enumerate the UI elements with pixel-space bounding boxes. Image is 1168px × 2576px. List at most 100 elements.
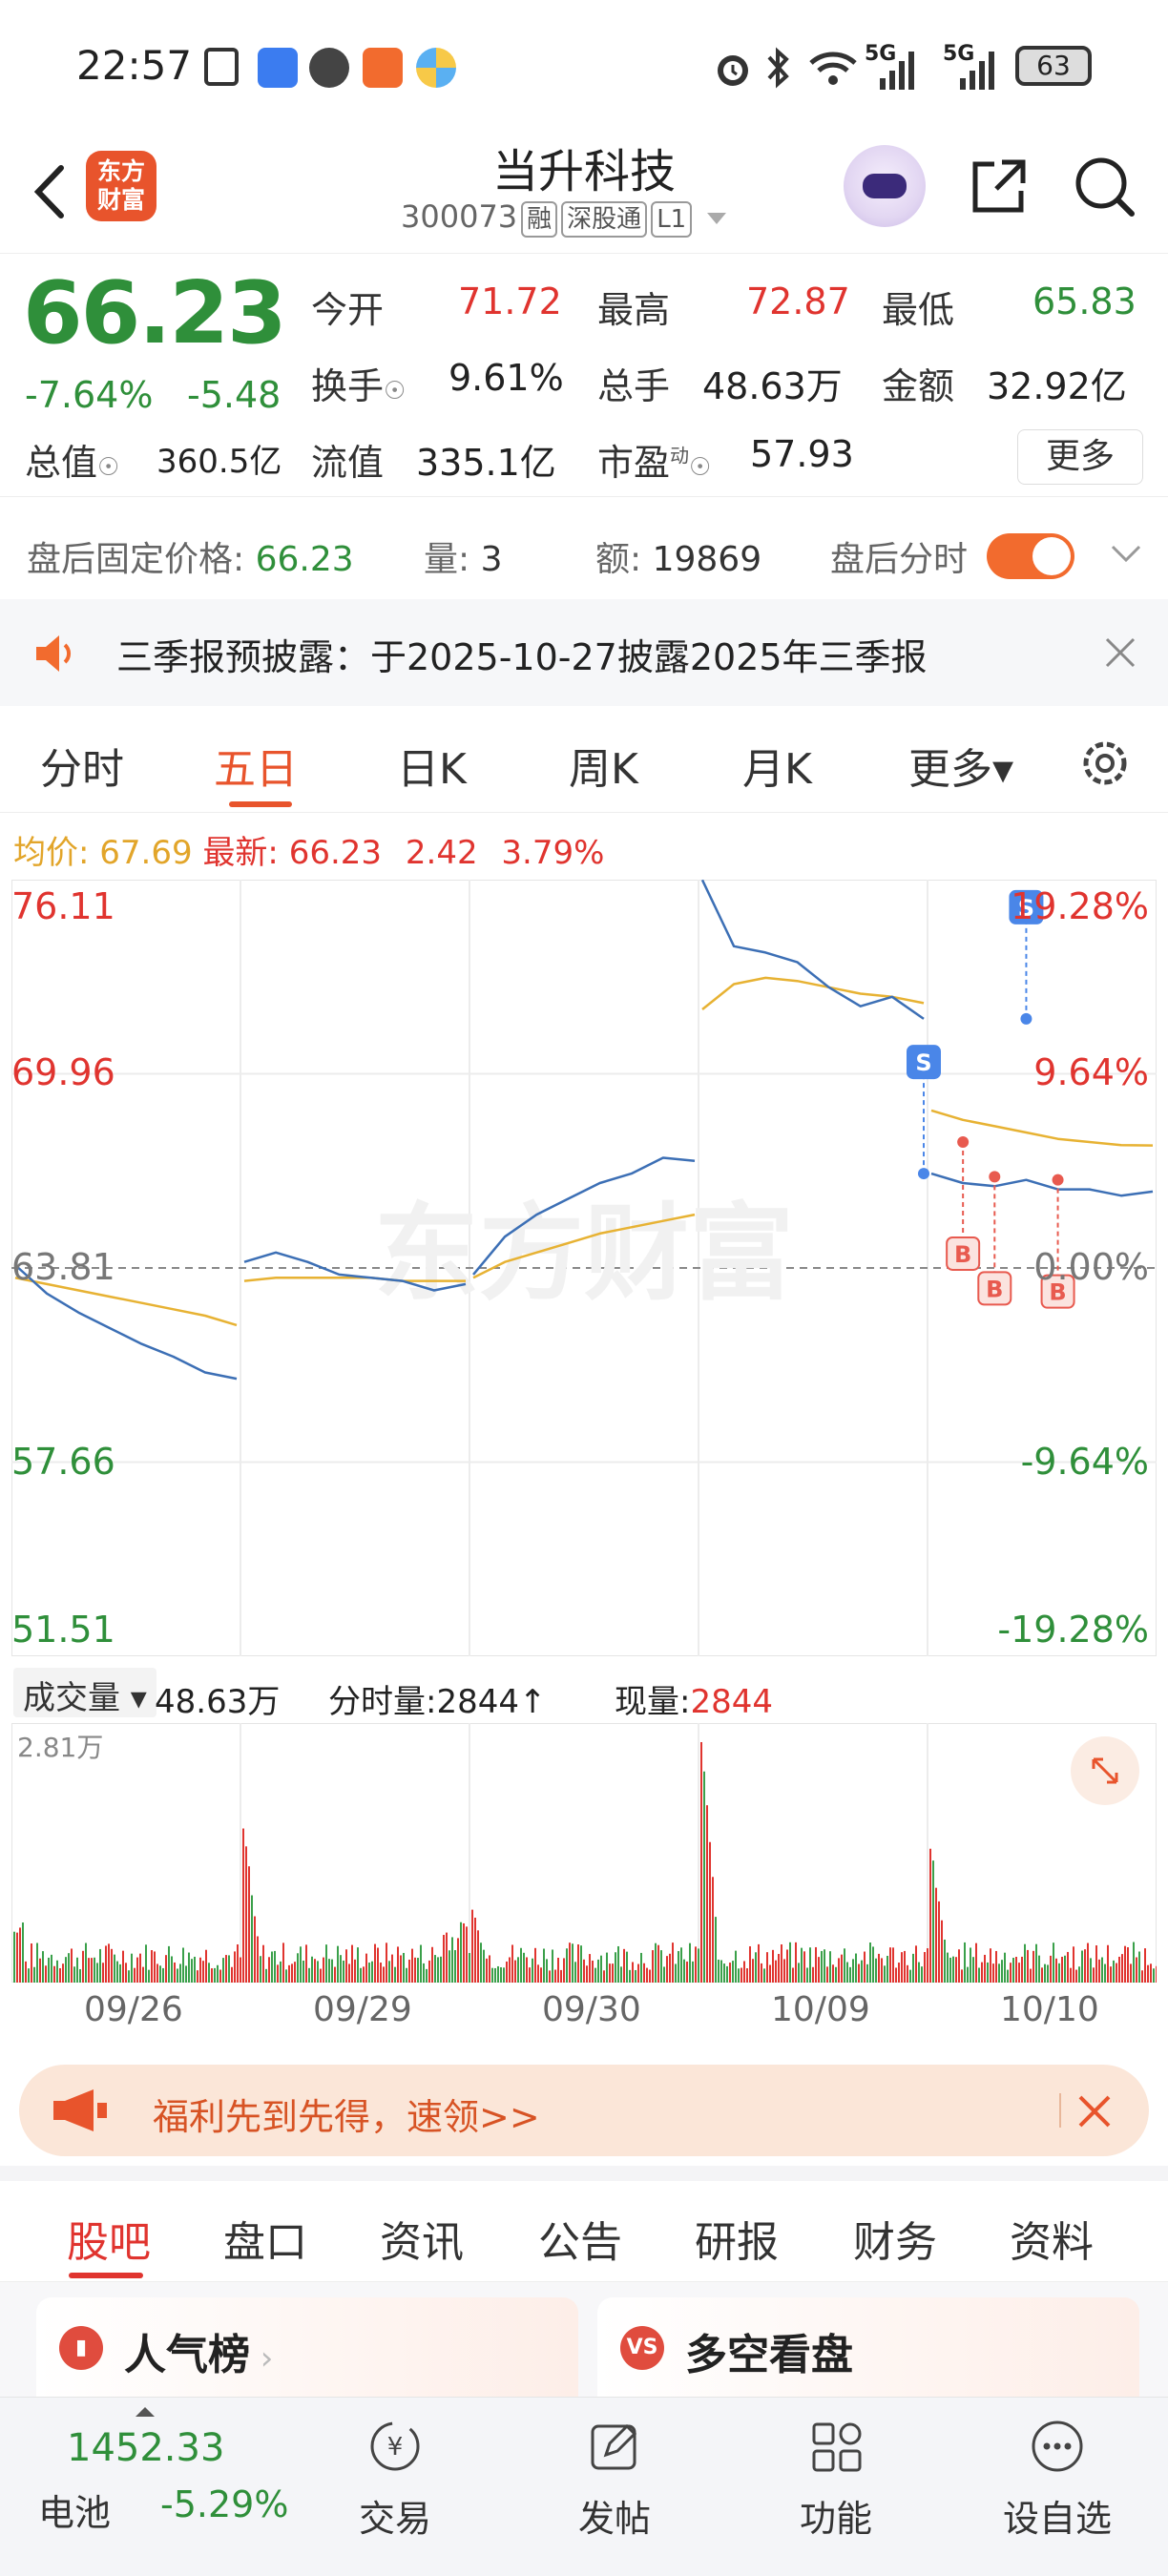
tab-forum[interactable]: 股吧 (67, 2208, 151, 2269)
y-left-tick-3: 63.81 (11, 1246, 115, 1288)
tab-research[interactable]: 研报 (695, 2208, 779, 2269)
volume-bar (45, 1965, 47, 1983)
tab-profile[interactable]: 资料 (1010, 2208, 1094, 2269)
volume-bar (491, 1967, 493, 1983)
tab-finance[interactable]: 财务 (853, 2208, 937, 2269)
tab-news[interactable]: 资讯 (380, 2208, 464, 2269)
nav-add-watchlist[interactable]: 设自选 (981, 2417, 1134, 2542)
volume-bar (1050, 1955, 1052, 1983)
expand-chart-button[interactable] (1071, 1736, 1139, 1805)
volume-bar (892, 1947, 894, 1983)
volume-bar (177, 1968, 178, 1983)
volume-bar (678, 1951, 679, 1983)
volume-bar (1093, 1967, 1095, 1983)
nav-post[interactable]: 发帖 (538, 2417, 691, 2542)
volume-bar (992, 1963, 994, 1983)
volume-bar (740, 1967, 742, 1983)
tab-monthly-k[interactable]: 月K (742, 735, 812, 796)
volume-bar (554, 1969, 556, 1983)
volume-bar (657, 1944, 659, 1983)
volume-bar (96, 1963, 98, 1983)
popularity-card[interactable]: ▮ 人气榜 › (36, 2297, 578, 2397)
tab-intraday[interactable]: 分时 (40, 735, 124, 796)
volume-bar (1064, 1955, 1066, 1983)
open-label: 今开 (311, 289, 385, 331)
volume-bar (451, 1937, 453, 1983)
grid-icon (812, 2422, 862, 2472)
volume-bar (348, 1963, 350, 1983)
volume-bar (984, 1954, 986, 1983)
price-chart[interactable]: 东方财富 SSBBB 76.11 69.96 63.81 57.66 51.51… (10, 879, 1158, 1657)
tab-more[interactable]: 更多▾ (908, 735, 1013, 796)
volume-bar (987, 1962, 989, 1983)
search-icon[interactable] (1071, 153, 1137, 219)
volume-indicator-select[interactable]: 成交量 ▾ (13, 1668, 156, 1717)
volume-bar (165, 1955, 167, 1983)
volume-bar (386, 1942, 387, 1983)
volume-bar (1144, 1948, 1146, 1983)
volume-bar (526, 1957, 528, 1983)
promo-banner[interactable]: 福利先到先得，速领>> (19, 2065, 1149, 2156)
volume-chart[interactable]: 2.81万 (10, 1722, 1158, 1984)
volume-bar (1156, 1965, 1158, 1983)
tab-announcements[interactable]: 公告 (538, 2208, 622, 2269)
volume-bar (282, 1942, 284, 1983)
nav-functions[interactable]: 功能 (760, 2417, 912, 2542)
volume-bar (400, 1955, 402, 1983)
volume-bar (480, 1942, 482, 1983)
tab-five-day[interactable]: 五日 (214, 735, 298, 796)
volume-bar (852, 1959, 854, 1983)
announcement-banner[interactable]: 三季报预披露：于2025-10-27披露2025年三季报 (0, 599, 1168, 706)
volume-bar (1061, 1956, 1063, 1983)
volume-bar (159, 1965, 161, 1983)
bluetooth-icon (767, 47, 789, 89)
volume-bar (337, 1945, 339, 1983)
volume-bar (308, 1967, 310, 1983)
volume-bar (520, 1947, 522, 1983)
volume-bar (497, 1965, 499, 1983)
volume-bar (1147, 1964, 1149, 1983)
current-volume: 现量:2844 (615, 1683, 773, 1721)
volume-bar (1150, 1963, 1152, 1983)
volume-bar (343, 1960, 344, 1983)
nav-trade[interactable]: ¥ 交易 (319, 2417, 471, 2542)
volume-bar (792, 1967, 794, 1983)
volume-bar (486, 1958, 488, 1983)
ai-assistant-icon[interactable] (844, 145, 926, 227)
volume-bar (179, 1963, 181, 1983)
volume-bar (28, 1968, 30, 1983)
tab-order-book[interactable]: 盘口 (223, 2208, 307, 2269)
chevron-down-icon[interactable] (1109, 535, 1143, 570)
volume-bar (122, 1950, 124, 1983)
volume-bar (300, 1946, 302, 1983)
active-subtab-underline (69, 2273, 143, 2278)
gear-icon[interactable] (1076, 735, 1134, 792)
volume-bar (91, 1958, 93, 1983)
share-icon[interactable] (966, 153, 1032, 219)
more-quote-button[interactable]: 更多 (1017, 429, 1143, 485)
volume-bar (1004, 1952, 1006, 1983)
tab-daily-k[interactable]: 日K (397, 735, 467, 796)
long-short-card[interactable]: VS 多空看盘 (597, 2297, 1139, 2397)
battery-level: 63 (1036, 50, 1071, 81)
volume-bar (105, 1945, 107, 1983)
volume-bars (13, 1742, 1158, 1983)
volume-bar (134, 1967, 136, 1983)
volume-bar (360, 1967, 362, 1983)
volume-bar (812, 1966, 814, 1983)
volume-bar (171, 1956, 173, 1983)
tab-weekly-k[interactable]: 周K (569, 735, 638, 796)
close-icon[interactable] (1099, 632, 1141, 674)
volume-bar (39, 1958, 41, 1983)
close-icon[interactable] (1073, 2089, 1116, 2133)
volume-bar (594, 1967, 596, 1983)
dropdown-arrow-icon[interactable] (705, 209, 728, 228)
volume-bar (961, 1969, 963, 1983)
after-hours-toggle-label: 盘后分时 (830, 540, 969, 579)
volume-bar (506, 1961, 508, 1983)
status-bar: 22:57 5G 5G 63 (0, 0, 1168, 134)
volume-bar (1007, 1969, 1009, 1983)
volume-bar (1055, 1958, 1057, 1983)
after-hours-toggle[interactable] (987, 533, 1074, 579)
volume-bar (514, 1960, 516, 1983)
